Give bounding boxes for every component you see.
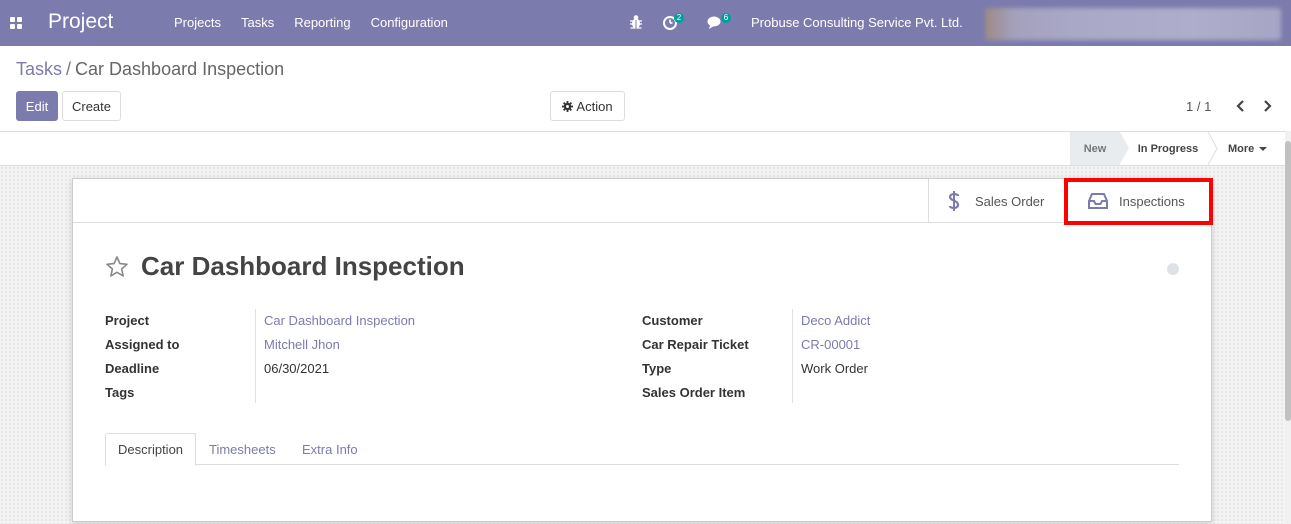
assigned-to-label: Assigned to — [105, 337, 180, 352]
top-navbar: Project Projects Tasks Reporting Configu… — [0, 0, 1291, 46]
project-label: Project — [105, 313, 150, 328]
smart-button-box: Sales Order Inspections — [73, 178, 1213, 225]
car-repair-ticket-value[interactable]: CR-00001 — [801, 337, 860, 352]
scrollbar-thumb[interactable] — [1285, 141, 1291, 421]
menu-tasks[interactable]: Tasks — [241, 15, 274, 30]
right-field-separator — [792, 309, 793, 403]
edit-button[interactable]: Edit — [16, 91, 58, 121]
customer-label: Customer — [642, 313, 703, 328]
gear-icon — [562, 100, 574, 112]
stage-more-label: More — [1228, 142, 1255, 155]
menu-reporting[interactable]: Reporting — [294, 15, 350, 30]
tags-label: Tags — [105, 385, 135, 400]
form-sheet: Sales Order Inspections Car Dashboard In… — [72, 178, 1213, 522]
scrollbar[interactable] — [1285, 131, 1291, 524]
user-menu-avatar[interactable] — [985, 8, 1281, 40]
create-button[interactable]: Create — [62, 91, 121, 121]
breadcrumb-current: Car Dashboard Inspection — [75, 59, 285, 79]
stage-new[interactable]: New — [1070, 132, 1129, 165]
action-label: Action — [576, 98, 613, 114]
dollar-icon — [948, 191, 960, 211]
bug-icon[interactable] — [629, 14, 643, 30]
sales-order-smart-button[interactable]: Sales Order — [928, 179, 1065, 223]
app-name: Project — [48, 10, 114, 33]
breadcrumb-separator: / — [66, 59, 72, 79]
breadcrumb: Tasks / Car Dashboard Inspection — [16, 59, 284, 80]
sales-order-label: Sales Order — [975, 193, 1045, 209]
inbox-icon — [1088, 193, 1108, 209]
apps-menu-icon[interactable] — [10, 17, 22, 29]
deadline-label: Deadline — [105, 361, 160, 376]
stage-in-progress[interactable]: In Progress — [1126, 132, 1210, 165]
tab-description[interactable]: Description — [105, 433, 197, 466]
pager-next-icon[interactable] — [1261, 98, 1275, 114]
record-title: Car Dashboard Inspection — [141, 251, 465, 281]
activity-count-badge: 2 — [674, 13, 684, 23]
title-row: Car Dashboard Inspection — [105, 251, 465, 282]
message-count-badge: 6 — [721, 13, 731, 23]
pager-previous-icon[interactable] — [1233, 98, 1247, 114]
stage-divider — [1208, 132, 1218, 165]
breadcrumb-tasks-link[interactable]: Tasks — [16, 59, 62, 79]
inspections-label: Inspections — [1119, 193, 1185, 209]
tab-timesheets[interactable]: Timesheets — [197, 433, 288, 465]
kanban-state-indicator[interactable] — [1167, 263, 1179, 275]
main-menu: Projects Tasks Reporting Configuration — [164, 15, 458, 30]
stage-more-dropdown[interactable]: More — [1228, 132, 1272, 165]
statusbar: New In Progress More — [0, 131, 1285, 166]
action-button[interactable]: Action — [550, 91, 625, 121]
caret-down-icon — [1259, 146, 1268, 151]
menu-configuration[interactable]: Configuration — [371, 15, 448, 30]
sales-order-item-label: Sales Order Item — [642, 385, 746, 400]
menu-projects[interactable]: Projects — [174, 15, 221, 30]
customer-value[interactable]: Deco Addict — [801, 313, 870, 328]
pager-value[interactable]: 1 / 1 — [1186, 99, 1211, 114]
type-value: Work Order — [801, 361, 868, 376]
left-field-separator — [255, 309, 256, 403]
deadline-value: 06/30/2021 — [264, 361, 330, 376]
company-switcher[interactable]: Probuse Consulting Service Pvt. Ltd. — [751, 15, 963, 30]
tab-extra-info[interactable]: Extra Info — [290, 433, 370, 465]
star-icon[interactable] — [105, 255, 129, 279]
car-repair-ticket-label: Car Repair Ticket — [642, 337, 749, 352]
inspections-smart-button[interactable]: Inspections — [1065, 179, 1211, 223]
type-label: Type — [642, 361, 672, 376]
notebook-tabs: Description Timesheets Extra Info — [105, 433, 1179, 466]
assigned-to-value[interactable]: Mitchell Jhon — [264, 337, 340, 352]
project-value[interactable]: Car Dashboard Inspection — [264, 313, 415, 328]
